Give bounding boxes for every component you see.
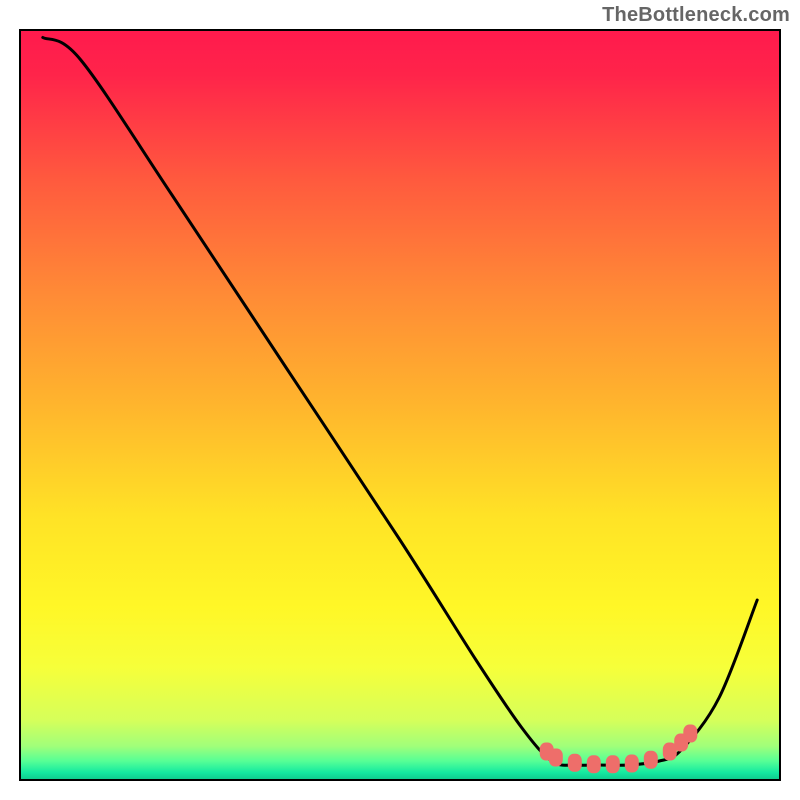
marker-dot (587, 755, 601, 773)
marker-dot (683, 725, 697, 743)
marker-dot (549, 749, 563, 767)
marker-dot (568, 754, 582, 772)
marker-dot (625, 755, 639, 773)
marker-dot (644, 751, 658, 769)
marker-dot (606, 755, 620, 773)
chart-background (20, 30, 780, 780)
bottleneck-chart (0, 0, 800, 800)
chart-container: { "attribution": "TheBottleneck.com", "c… (0, 0, 800, 800)
